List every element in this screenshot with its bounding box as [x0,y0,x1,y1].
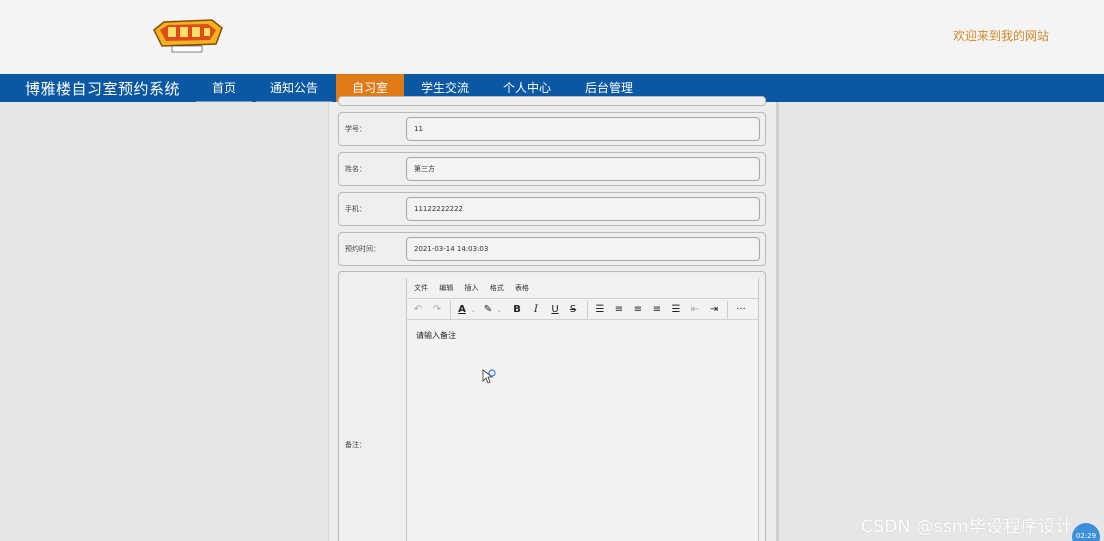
editor-menu-format[interactable]: 格式 [490,284,504,292]
toolbar-separator [450,301,451,319]
editor-menu-edit[interactable]: 编辑 [439,284,453,292]
name-input[interactable]: 第三方 [406,157,760,181]
student-id-label: 学号： [345,125,366,133]
remark-editor: 文件 编辑 插入 格式 表格 ↶ ↷ A ⌄ ✎ ⌄ B I U S ☰ ≡ ≡… [406,278,759,541]
editor-menubar: 文件 编辑 插入 格式 表格 [414,283,538,293]
list-icon[interactable]: ☰ [594,302,606,318]
form-row-student-id: 学号： 11 [338,112,766,146]
toolbar-separator [727,301,728,319]
top-header: 欢迎来到我的网站 [0,0,1104,74]
editor-toolbar: ↶ ↷ A ⌄ ✎ ⌄ B I U S ☰ ≡ ≡ ≡ ☰ ⇤ ⇥ ··· [407,298,758,320]
nav-notices[interactable]: 通知公告 [256,74,332,102]
nav-notices-label: 通知公告 [269,81,318,95]
mouse-cursor-icon [482,369,496,384]
nav-admin-label: 后台管理 [584,81,633,95]
form-row-previous [338,96,766,106]
nav-profile-label: 个人中心 [502,81,551,95]
italic-icon[interactable]: I [530,302,542,318]
editor-menu-insert[interactable]: 插入 [464,284,478,292]
underline-icon[interactable]: U [549,302,561,318]
nav-study-room-label: 自习室 [351,81,388,95]
nav-home-label: 首页 [211,81,236,95]
more-icon[interactable]: ··· [733,302,749,318]
toolbar-separator [587,301,588,319]
phone-label: 手机： [345,205,366,213]
editor-menu-table[interactable]: 表格 [515,284,529,292]
chevron-down-icon[interactable]: ⌄ [495,302,503,318]
csdn-watermark: CSDN @ssm毕设程序设计 [861,517,1073,537]
align-left-icon[interactable]: ≡ [613,302,625,318]
align-center-icon[interactable]: ≡ [632,302,644,318]
justify-icon[interactable]: ☰ [670,302,682,318]
student-id-input[interactable]: 11 [406,117,760,141]
highlight-icon[interactable]: ✎ [481,302,495,318]
name-label: 姓名： [345,165,366,173]
site-logo [153,19,223,53]
remark-textarea[interactable]: 请输入备注 [416,330,456,341]
remark-label: 备注： [345,441,366,449]
booking-time-input[interactable]: 2021-03-14 14:03:03 [406,237,760,261]
strikethrough-icon[interactable]: S [567,302,579,318]
welcome-text: 欢迎来到我的网站 [953,29,1050,43]
form-row-phone: 手机： 11122222222 [338,192,766,226]
form-row-name: 姓名： 第三方 [338,152,766,186]
booking-time-label: 预约时间： [345,245,380,253]
nav-home[interactable]: 首页 [196,74,252,102]
chevron-down-icon[interactable]: ⌄ [469,302,477,318]
nav-divider [196,101,252,102]
nav-divider [256,101,332,102]
undo-icon[interactable]: ↶ [412,302,424,318]
form-row-booking-time: 预约时间： 2021-03-14 14:03:03 [338,232,766,266]
indent-icon[interactable]: ⇥ [708,302,720,318]
outdent-icon[interactable]: ⇤ [689,302,701,318]
redo-icon[interactable]: ↷ [431,302,443,318]
timer-badge: 02:29 [1072,523,1100,541]
site-title: 博雅楼自习室预约系统 [25,80,181,98]
panel-shadow [776,102,779,541]
editor-menu-file[interactable]: 文件 [414,284,428,292]
align-right-icon[interactable]: ≡ [651,302,663,318]
bold-icon[interactable]: B [511,302,523,318]
phone-input[interactable]: 11122222222 [406,197,760,221]
text-color-icon[interactable]: A [455,302,469,318]
nav-forum-label: 学生交流 [420,81,469,95]
